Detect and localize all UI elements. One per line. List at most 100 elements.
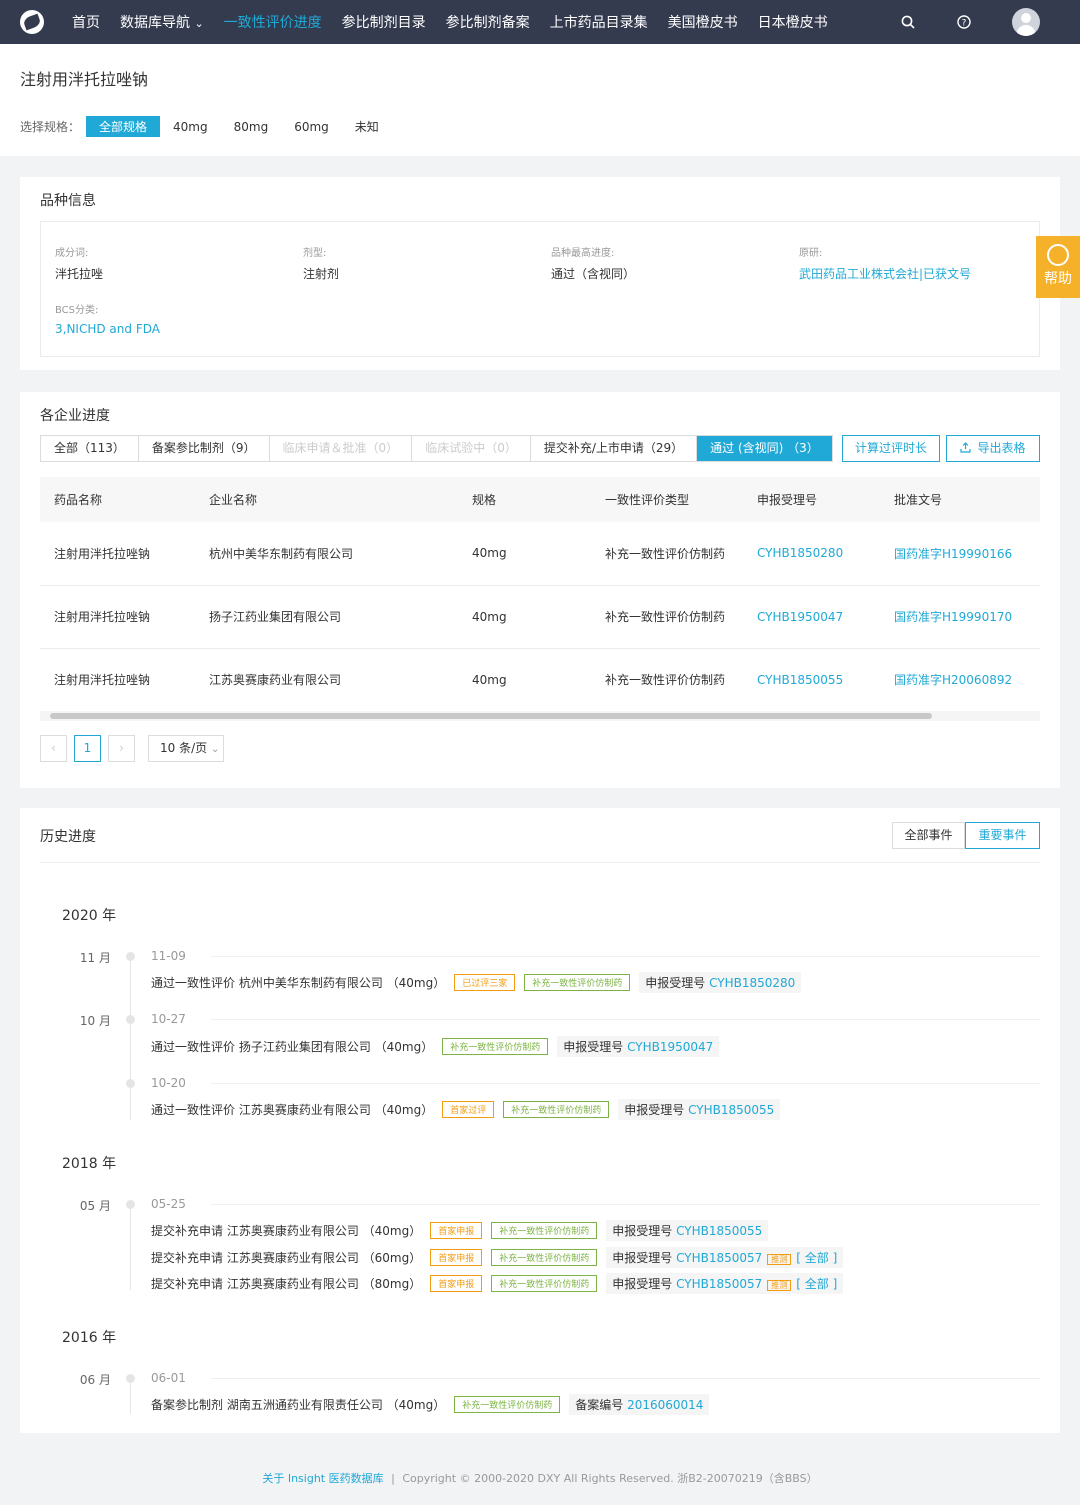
info-value: 注射剂: [303, 267, 340, 281]
horizontal-scrollbar[interactable]: [40, 711, 1040, 721]
reg-number-link[interactable]: CYHB1850057: [676, 1251, 762, 1265]
timeline-dot: [126, 952, 135, 961]
page-title: 注射用泮托拉唑钠: [20, 70, 149, 89]
timeline-dot: [126, 1079, 135, 1088]
table-header-row: 药品名称 企业名称 规格 一致性评价类型 申报受理号 批准文号: [40, 477, 1040, 522]
application-no-link[interactable]: CYHB1950047: [757, 585, 894, 649]
nav-db-navigation-label: 数据库导航: [120, 15, 190, 31]
about-link[interactable]: 关于 Insight 医药数据库: [262, 1472, 383, 1485]
timeline-year: 2018 年: [62, 1156, 117, 1172]
info-label: BCS分类:: [55, 305, 99, 316]
view-all-link[interactable]: [ 全部 ]: [796, 1251, 837, 1265]
timeline-month: 10 月: [79, 1014, 111, 1028]
event-tag: 首家申报: [430, 1222, 483, 1239]
bcs-link[interactable]: 3,NICHD and FDA: [55, 322, 160, 336]
event-tag: 首家申报: [430, 1249, 483, 1266]
event-reg: 申报受理号 CYHB1850055: [618, 1099, 781, 1120]
timeline-line: [130, 956, 131, 1120]
info-value: 泮托拉唑: [55, 267, 104, 281]
originator-link[interactable]: 武田药品工业株式会社|已获文号: [799, 265, 971, 282]
timeline-rule: [211, 956, 1040, 957]
nav-us-orange-book[interactable]: 美国橙皮书: [668, 12, 738, 32]
nav-home[interactable]: 首页: [72, 12, 100, 32]
nav-db-navigation[interactable]: 数据库导航 ⌄: [120, 12, 204, 32]
info-card: 品种信息 成分词: 泮托拉唑 剂型: 注射剂 品种最高进度: 通过（含视同） 原…: [20, 177, 1060, 370]
timeline-event: 通过一致性评价 江苏奥赛康药业有限公司 （40mg） 首家过评 补充一致性评价仿…: [151, 1099, 781, 1120]
avatar[interactable]: [1012, 8, 1040, 36]
event-text: 备案参比制剂 湖南五洲通药业有限责任公司 （40mg）: [151, 1398, 446, 1412]
timeline-date: 10-20: [151, 1076, 186, 1090]
search-icon[interactable]: [900, 14, 916, 30]
event-text: 提交补充申请 江苏奥赛康药业有限公司 （40mg）: [151, 1224, 422, 1238]
application-no-link[interactable]: CYHB1850280: [757, 522, 894, 586]
tab-supplement-application[interactable]: 提交补充/上市申请（29）: [531, 436, 698, 461]
cell-type: 补充一致性评价仿制药: [605, 585, 757, 649]
nav-reference-catalog[interactable]: 参比制剂目录: [342, 12, 426, 32]
cell-company: 杭州中美华东制药有限公司: [209, 522, 472, 586]
nav-jp-orange-book[interactable]: 日本橙皮书: [758, 12, 828, 32]
event-reg: 申报受理号 CYHB1850280: [639, 972, 802, 993]
guess-badge: 推测: [767, 1254, 792, 1265]
spec-option-60mg[interactable]: 60mg: [294, 120, 329, 134]
reg-number-link[interactable]: 2016060014: [627, 1398, 703, 1412]
cell-type: 补充一致性评价仿制药: [605, 648, 757, 712]
page-1-button[interactable]: 1: [74, 735, 101, 762]
approval-no-link[interactable]: 国药准字H19990166: [894, 522, 1040, 586]
nav-consistency-progress[interactable]: 一致性评价进度: [224, 12, 322, 32]
nav-listed-drugs[interactable]: 上市药品目录集: [550, 12, 648, 32]
page-header: 注射用泮托拉唑钠 选择规格： 全部规格 40mg 80mg 60mg 未知: [0, 44, 1080, 156]
spec-option-unknown[interactable]: 未知: [355, 118, 379, 135]
scrollbar-thumb[interactable]: [50, 713, 932, 719]
calc-duration-button[interactable]: 计算过评时长: [842, 435, 940, 462]
page-size-label: 10 条/页: [160, 741, 208, 755]
col-company: 企业名称: [209, 477, 472, 522]
reg-number-link[interactable]: CYHB1850055: [676, 1224, 762, 1238]
approval-no-link[interactable]: 国药准字H20060892: [894, 648, 1040, 712]
chevron-down-icon: ⌄: [210, 744, 220, 755]
cell-company: 扬子江药业集团有限公司: [209, 585, 472, 649]
nav-right: ?: [900, 0, 1040, 44]
chevron-down-icon: ⌄: [194, 17, 204, 30]
cell-spec: 40mg: [472, 585, 605, 649]
timeline-dot: [126, 1015, 135, 1024]
reg-number-link[interactable]: CYHB1850280: [709, 976, 795, 990]
timeline-event: 通过一致性评价 杭州中美华东制药有限公司 （40mg） 已过评三家 补充一致性评…: [151, 972, 802, 993]
col-spec: 规格: [472, 477, 605, 522]
nav-reference-filing[interactable]: 参比制剂备案: [446, 12, 530, 32]
reg-label: 申报受理号: [563, 1040, 624, 1054]
timeline-month: 11 月: [79, 951, 111, 965]
spec-option-80mg[interactable]: 80mg: [234, 120, 269, 134]
progress-tabs: 全部（113） 备案参比制剂（9） 临床申请＆批准（0） 临床试验中（0） 提交…: [40, 435, 833, 462]
help-button[interactable]: 帮助: [1036, 236, 1080, 298]
spec-option-40mg[interactable]: 40mg: [173, 120, 208, 134]
cell-drug-name: 注射用泮托拉唑钠: [40, 585, 209, 649]
timeline-line: [130, 1204, 131, 1290]
tab-passed[interactable]: 通过 (含视同) （3）: [697, 436, 832, 461]
spec-option-all[interactable]: 全部规格: [86, 116, 161, 137]
logo-icon[interactable]: [20, 10, 44, 34]
prev-page-button[interactable]: ‹: [40, 735, 67, 762]
tab-all[interactable]: 全部（113）: [41, 436, 139, 461]
timeline-date: 06-01: [151, 1371, 186, 1385]
event-tag: 首家申报: [430, 1275, 483, 1292]
page-size-select[interactable]: 10 条/页 ⌄: [148, 735, 224, 762]
timeline-event: 备案参比制剂 湖南五洲通药业有限责任公司 （40mg） 补充一致性评价仿制药 备…: [151, 1394, 710, 1415]
application-no-link[interactable]: CYHB1850055: [757, 648, 894, 712]
info-field-max-progress: 品种最高进度: 通过（含视同）: [551, 244, 635, 282]
info-label: 品种最高进度:: [551, 248, 615, 259]
timeline-rule: [211, 1378, 1040, 1379]
export-table-button[interactable]: 导出表格: [946, 435, 1040, 462]
tab-reference-filing[interactable]: 备案参比制剂（9）: [139, 436, 270, 461]
approval-no-link[interactable]: 国药准字H19990170: [894, 585, 1040, 649]
timeline-event: 提交补充申请 江苏奥赛康药业有限公司 （60mg） 首家申报 补充一致性评价仿制…: [151, 1247, 844, 1268]
reg-number-link[interactable]: CYHB1950047: [627, 1040, 713, 1054]
table-row: 注射用泮托拉唑钠 扬子江药业集团有限公司 40mg 补充一致性评价仿制药 CYH…: [40, 585, 1040, 649]
event-tag: 补充一致性评价仿制药: [503, 1101, 610, 1118]
help-circle-icon[interactable]: ?: [956, 14, 972, 30]
timeline-year: 2020 年: [62, 908, 117, 924]
next-page-button[interactable]: ›: [108, 735, 135, 762]
view-all-link[interactable]: [ 全部 ]: [796, 1277, 837, 1291]
reg-number-link[interactable]: CYHB1850057: [676, 1277, 762, 1291]
reg-number-link[interactable]: CYHB1850055: [688, 1103, 774, 1117]
spec-label: 选择规格：: [20, 120, 81, 134]
